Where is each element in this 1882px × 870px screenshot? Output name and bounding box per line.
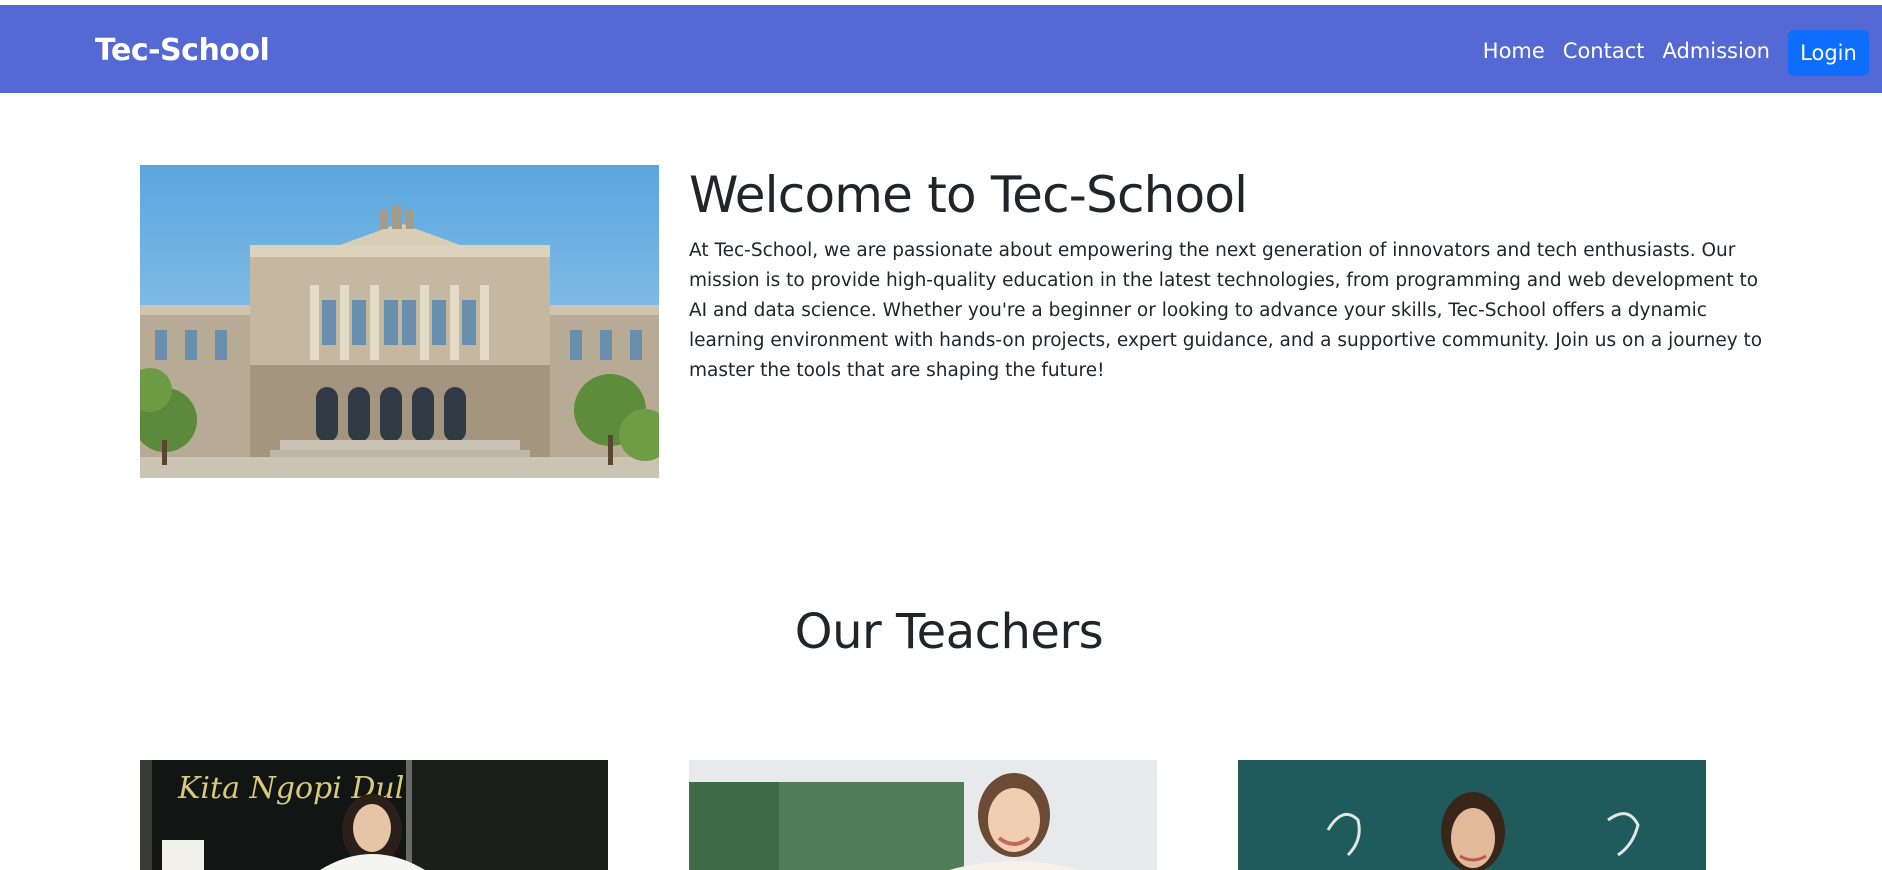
brand-logo[interactable]: Tec-School (95, 33, 270, 68)
navbar: Tec-School Home Contact Admission Login (0, 5, 1882, 93)
teacher-card-3 (1238, 760, 1706, 870)
section-title-teachers: Our Teachers (794, 604, 1104, 660)
nav-link-admission[interactable]: Admission (1663, 39, 1771, 63)
hero-description: At Tec-School, we are passionate about e… (689, 240, 1763, 381)
teacher-card-1: Kita Ngopi Dul (140, 760, 608, 870)
nav-link-home[interactable]: Home (1483, 39, 1545, 63)
hero-title: Welcome to Tec-School (689, 166, 1248, 224)
nav-link-contact[interactable]: Contact (1563, 39, 1645, 63)
login-button[interactable]: Login (1788, 30, 1869, 76)
nav-links: Home Contact Admission (1483, 39, 1770, 63)
teacher-card-2 (689, 760, 1157, 870)
school-building-image (140, 165, 659, 478)
